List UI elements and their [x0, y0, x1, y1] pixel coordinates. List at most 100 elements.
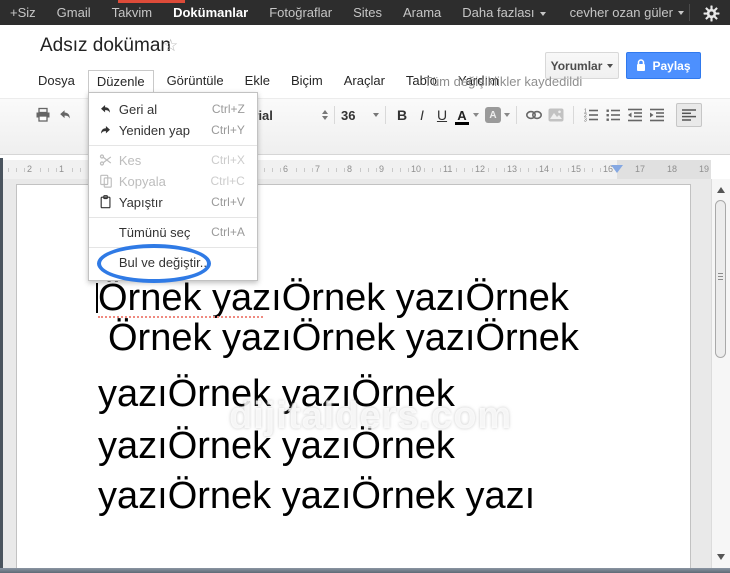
highlight-color-button[interactable]: A — [485, 107, 501, 123]
topbar-link-3[interactable]: Takvim — [112, 5, 152, 20]
settings-button[interactable] — [701, 3, 721, 23]
menu-label: Görüntüle — [166, 73, 224, 88]
topbar-link-6[interactable]: Sites — [353, 5, 382, 20]
menu-separator — [88, 144, 257, 146]
menu-item-yeniden-yap[interactable]: Yeniden yap Ctrl+Y — [89, 120, 257, 141]
topbar-link-8[interactable]: Daha fazlası — [462, 5, 546, 20]
document-line-1[interactable]: Örnek yazıÖrnek yazıÖrnek — [98, 279, 569, 317]
insert-link-button[interactable] — [523, 105, 545, 125]
caret-down-icon — [678, 10, 684, 15]
share-button[interactable]: Paylaş — [626, 52, 701, 79]
document-line-5[interactable]: yazıÖrnek yazıÖrnek yazı — [98, 477, 535, 515]
ruler-number: 15 — [569, 164, 584, 174]
scrollbar-thumb[interactable] — [715, 200, 726, 358]
document-title[interactable]: Adsız doküman — [40, 35, 171, 57]
ruler-number: 9 — [377, 164, 387, 174]
scroll-up-icon[interactable] — [717, 187, 725, 193]
menu-3[interactable]: Görüntüle — [159, 70, 232, 91]
star-icon[interactable]: ☆ — [163, 36, 178, 56]
menu-item-t-m-n-se[interactable]: Tümünü seç Ctrl+A — [89, 222, 257, 243]
save-status: Tüm değişiklikler kaydedildi — [424, 74, 583, 89]
ruler-margin-number: 2 — [25, 164, 35, 174]
caret-down-icon[interactable] — [473, 113, 479, 117]
menu-label: Ekle — [244, 73, 270, 88]
caret-down-icon — [373, 113, 379, 117]
menu-item-label: Kopyala — [118, 173, 166, 189]
document-line-4[interactable]: yazıÖrnek yazıÖrnek — [98, 427, 455, 465]
menu-separator — [88, 246, 257, 248]
menu-item-shortcut: Ctrl+C — [210, 174, 245, 188]
menu-1[interactable]: Dosya — [30, 70, 83, 91]
user-menu[interactable]: cevher ozan güler — [570, 0, 684, 25]
menu-item-label: Geri al — [118, 101, 158, 117]
topbar-link-4[interactable]: Dokümanlar — [173, 5, 248, 20]
vertical-scrollbar[interactable] — [711, 179, 730, 568]
caret-down-icon — [539, 11, 546, 16]
window-left-edge — [0, 158, 3, 573]
google-docs-window: +Siz Gmail Takvim Dokümanlar Fotoğraflar Site… — [0, 0, 730, 573]
comments-label: Yorumlar — [550, 58, 603, 73]
numbered-list-button[interactable]: 123 — [580, 105, 602, 125]
menu-item-kes: Kes Ctrl+X — [89, 150, 257, 171]
menu-6[interactable]: Araçlar — [336, 70, 393, 91]
topbar-link-7[interactable]: Arama — [403, 5, 441, 20]
scrollbar-grip-icon — [718, 273, 723, 281]
menu-item-geri-al[interactable]: Geri al Ctrl+Z — [89, 99, 257, 120]
text-color-button[interactable]: A — [452, 108, 472, 125]
menu-item-shortcut: Ctrl+Y — [211, 123, 245, 137]
scissors-icon — [97, 153, 115, 167]
ruler-number: 19 — [697, 164, 712, 174]
insert-image-button[interactable] — [545, 105, 567, 125]
share-label: Paylaş — [652, 58, 691, 73]
bold-button[interactable]: B — [392, 107, 412, 123]
undo-button[interactable] — [54, 105, 76, 125]
window-bottom-edge — [0, 568, 730, 573]
indent-button[interactable] — [646, 105, 668, 125]
align-left-button[interactable] — [676, 103, 702, 127]
ruler-number: 6 — [281, 164, 291, 174]
document-line-2[interactable]: Örnek yazıÖrnek yazıÖrnek — [108, 319, 579, 357]
ruler-number: 10 — [409, 164, 424, 174]
menu-5[interactable]: Biçim — [283, 70, 331, 91]
svg-text:3: 3 — [584, 118, 587, 123]
gear-icon — [703, 5, 720, 22]
caret-down-icon[interactable] — [504, 113, 510, 117]
menu-item-bul-ve-de-i-tir[interactable]: Bul ve değiştir... — [89, 252, 257, 273]
print-button[interactable] — [32, 105, 54, 125]
outdent-button[interactable] — [624, 105, 646, 125]
menu-item-shortcut: Ctrl+A — [211, 225, 245, 239]
redo-icon — [97, 124, 115, 137]
menu-label: Düzenle — [96, 73, 145, 89]
text-cursor — [96, 283, 98, 313]
menu-item-label: Tümünü seç — [118, 224, 191, 240]
menu-item-yap-t-r[interactable]: Yapıştır Ctrl+V — [89, 192, 257, 213]
right-indent-marker-icon[interactable] — [611, 165, 623, 173]
ruler-margin-number: 1 — [57, 164, 67, 174]
menu-separator — [88, 216, 257, 218]
menu-4[interactable]: Ekle — [237, 70, 278, 91]
menu-label: Dosya — [38, 73, 75, 88]
topbar-link-5[interactable]: Fotoğraflar — [269, 5, 332, 20]
document-line-3[interactable]: yazıÖrnek yazıÖrnek — [98, 375, 455, 413]
user-name: cevher ozan güler — [569, 5, 673, 20]
menu-label: Biçim — [290, 73, 323, 88]
topbar-link-2[interactable]: Gmail — [57, 5, 91, 20]
paste-icon — [97, 195, 115, 209]
menu-item-shortcut: Ctrl+V — [211, 195, 245, 209]
menu-2[interactable]: Düzenle Geri al Ctrl+Z Yeniden yap Ctrl+Y Ke… — [87, 69, 258, 283]
edit-menu-list: Geri al Ctrl+Z Yeniden yap Ctrl+Y Kes Ctrl+X K… — [88, 99, 257, 273]
scroll-down-icon[interactable] — [717, 554, 725, 560]
bullet-list-button[interactable] — [602, 105, 624, 125]
edit-menu: Geri al Ctrl+Z Yeniden yap Ctrl+Y Kes Ctrl+X K… — [87, 91, 258, 283]
ruler-number: 18 — [665, 164, 680, 174]
font-size-select[interactable]: 36 — [341, 108, 379, 123]
copy-icon — [97, 174, 115, 188]
ruler-number: 12 — [473, 164, 488, 174]
italic-button[interactable]: I — [412, 107, 432, 123]
spellcheck-underline — [98, 313, 263, 318]
menu-item-label: Bul ve değiştir... — [118, 254, 211, 270]
menu-item-kopyala: Kopyala Ctrl+C — [89, 171, 257, 192]
text-color-swatch — [455, 121, 469, 125]
underline-button[interactable]: U — [432, 107, 452, 123]
topbar-link-1[interactable]: +Siz — [10, 5, 36, 20]
